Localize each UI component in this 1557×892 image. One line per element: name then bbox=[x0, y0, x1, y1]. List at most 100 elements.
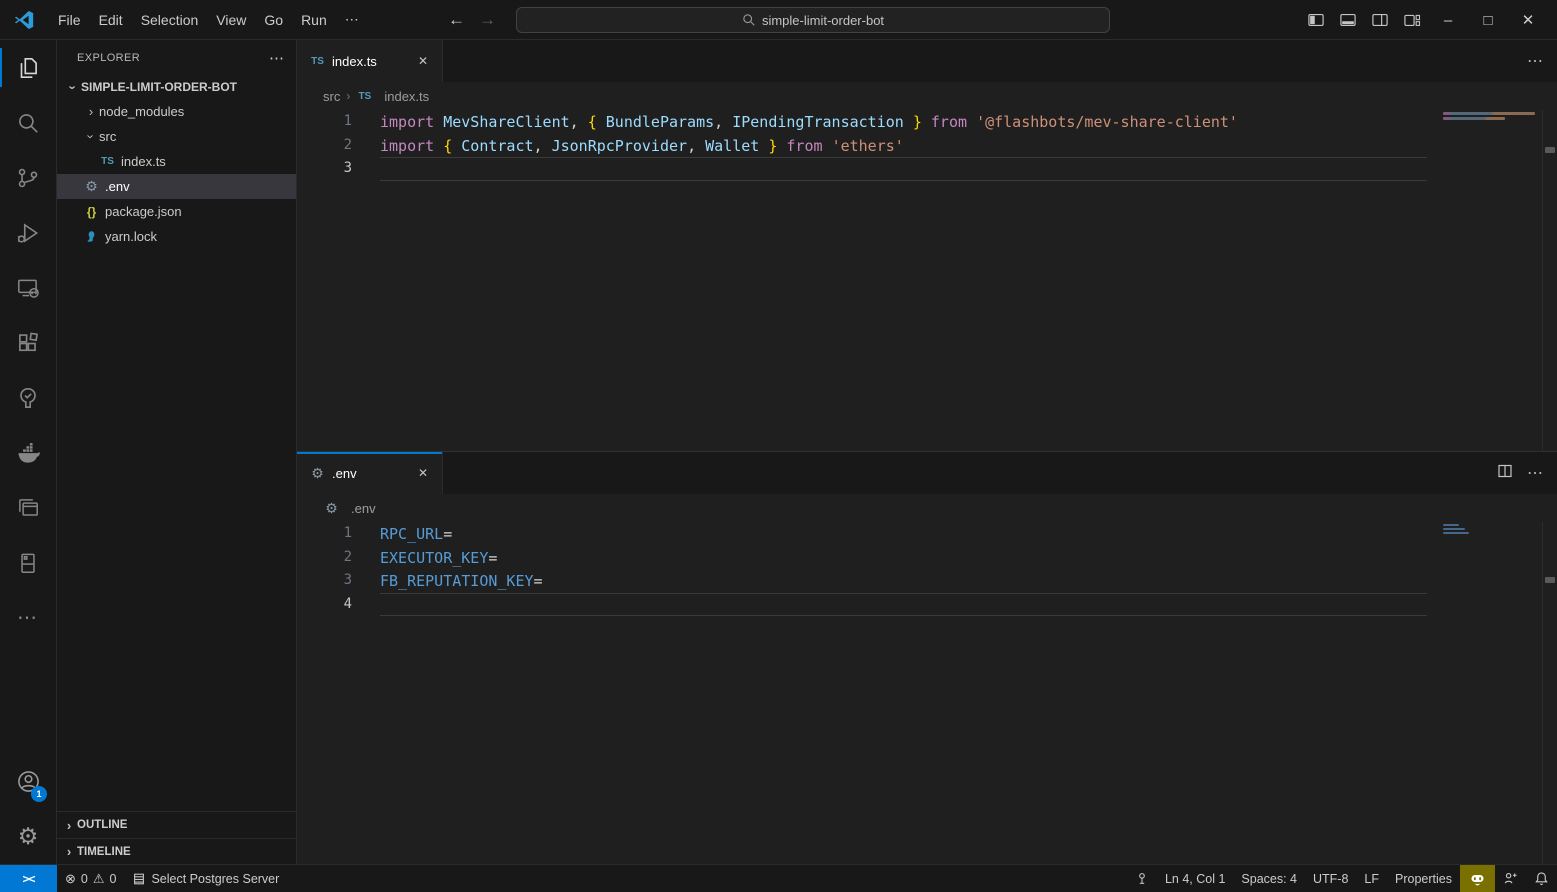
chevron-right-icon: › bbox=[83, 104, 99, 119]
code-editor-index-ts[interactable]: 1import MevShareClient, { BundleParams, … bbox=[297, 110, 1557, 451]
code-text[interactable]: RPC_URL= bbox=[380, 522, 1427, 546]
code-text[interactable]: import { Contract, JsonRpcProvider, Wall… bbox=[380, 134, 1427, 158]
indentation-status[interactable]: Spaces: 4 bbox=[1233, 865, 1305, 892]
line-number: 1 bbox=[297, 522, 352, 546]
code-text[interactable] bbox=[380, 157, 1427, 181]
eol-status[interactable]: LF bbox=[1356, 865, 1387, 892]
source-control-icon[interactable] bbox=[0, 150, 56, 205]
problems-status[interactable]: ⊗ 0 ⚠ 0 bbox=[57, 865, 124, 892]
minimap-line bbox=[1443, 532, 1469, 534]
code-text[interactable]: EXECUTOR_KEY= bbox=[380, 546, 1427, 570]
accounts-icon[interactable]: 1 bbox=[0, 754, 56, 809]
outline-section[interactable]: › OUTLINE bbox=[57, 812, 296, 838]
testing-icon[interactable] bbox=[0, 370, 56, 425]
cursor-position-status[interactable]: Ln 4, Col 1 bbox=[1157, 865, 1233, 892]
minimap[interactable] bbox=[1441, 110, 1541, 451]
feedback-status[interactable] bbox=[1495, 865, 1526, 892]
tab-bar-bottom: ⚙ .env ✕ ⋯ bbox=[297, 452, 1557, 494]
menu-selection[interactable]: Selection bbox=[132, 8, 208, 32]
remote-explorer-icon[interactable] bbox=[0, 260, 56, 315]
nav-back-icon[interactable]: ← bbox=[448, 10, 465, 30]
scrollbar[interactable] bbox=[1542, 110, 1557, 451]
menu-file[interactable]: File bbox=[49, 8, 90, 32]
tree-item-src[interactable]: › src bbox=[57, 124, 296, 149]
toggle-panel-icon[interactable] bbox=[1337, 9, 1359, 31]
maximize-button[interactable]: □ bbox=[1473, 0, 1503, 40]
toggle-sidebar-icon[interactable] bbox=[1305, 9, 1327, 31]
code-text[interactable]: import MevShareClient, { BundleParams, I… bbox=[380, 110, 1427, 134]
code-line[interactable]: 2import { Contract, JsonRpcProvider, Wal… bbox=[297, 134, 1557, 158]
code-line[interactable]: 1import MevShareClient, { BundleParams, … bbox=[297, 110, 1557, 134]
tree-root-folder[interactable]: › SIMPLE-LIMIT-ORDER-BOT bbox=[57, 75, 296, 99]
code-line[interactable]: 1 RPC_URL= bbox=[297, 522, 1557, 546]
run-debug-icon[interactable] bbox=[0, 205, 56, 260]
tree-item-node-modules[interactable]: › node_modules bbox=[57, 99, 296, 124]
tree-item-yarn-lock[interactable]: yarn.lock bbox=[57, 224, 296, 249]
status-bar: >< ⊗ 0 ⚠ 0 Select Postgres Server Ln 4, … bbox=[0, 864, 1557, 892]
explorer-icon[interactable] bbox=[0, 40, 56, 95]
line-number: 3 bbox=[297, 569, 352, 593]
scrollbar-handle[interactable] bbox=[1545, 577, 1555, 583]
explorer-title: EXPLORER bbox=[77, 52, 269, 64]
database-client-icon[interactable] bbox=[0, 535, 56, 590]
menu-run[interactable]: Run bbox=[292, 8, 336, 32]
tab-env[interactable]: ⚙ .env ✕ bbox=[297, 452, 443, 494]
chevron-right-icon: › bbox=[61, 818, 77, 833]
language-mode-status[interactable]: Properties bbox=[1387, 865, 1460, 892]
breadcrumb-env[interactable]: .env bbox=[351, 501, 376, 516]
toggle-secondary-sidebar-icon[interactable] bbox=[1369, 9, 1391, 31]
activity-bar: ⋯ 1 ⚙ bbox=[0, 40, 57, 864]
editor-area: TS index.ts ✕ ⋯ src › TS index.ts 1impor… bbox=[297, 40, 1557, 864]
menu-more-icon[interactable]: ⋯ bbox=[336, 7, 368, 32]
remote-indicator[interactable]: >< bbox=[0, 865, 57, 892]
minimap[interactable] bbox=[1441, 522, 1541, 864]
minimap-line bbox=[1443, 117, 1505, 120]
menu-go[interactable]: Go bbox=[255, 8, 292, 32]
ports-status[interactable] bbox=[1127, 865, 1157, 892]
tree-item-index-ts[interactable]: TS index.ts bbox=[57, 149, 296, 174]
scrollbar[interactable] bbox=[1542, 522, 1557, 864]
code-text[interactable]: FB_REPUTATION_KEY= bbox=[380, 569, 1427, 593]
code-text[interactable] bbox=[380, 593, 1427, 617]
tab-close-icon[interactable]: ✕ bbox=[414, 464, 432, 482]
code-line[interactable]: 3 bbox=[297, 157, 1557, 181]
breadcrumb-index-ts[interactable]: index.ts bbox=[384, 89, 429, 104]
line-number: 4 bbox=[297, 593, 352, 617]
command-center-search[interactable]: simple-limit-order-bot bbox=[516, 7, 1110, 33]
editor-actions-more-icon[interactable]: ⋯ bbox=[1527, 463, 1543, 483]
copilot-status[interactable] bbox=[1460, 865, 1495, 892]
postgres-server-status[interactable]: Select Postgres Server bbox=[124, 865, 287, 892]
split-editor-icon[interactable] bbox=[1497, 463, 1513, 484]
encoding-status[interactable]: UTF-8 bbox=[1305, 865, 1356, 892]
explorer-more-icon[interactable]: ⋯ bbox=[269, 49, 284, 67]
scrollbar-handle[interactable] bbox=[1545, 147, 1555, 153]
line-number: 3 bbox=[297, 157, 352, 181]
code-line[interactable]: 2EXECUTOR_KEY= bbox=[297, 546, 1557, 570]
breadcrumb-src[interactable]: src bbox=[323, 89, 340, 104]
tree-item-package-json[interactable]: {} package.json bbox=[57, 199, 296, 224]
timeline-section[interactable]: › TIMELINE bbox=[57, 838, 296, 864]
search-sidebar-icon[interactable] bbox=[0, 95, 56, 150]
tab-index-ts[interactable]: TS index.ts ✕ bbox=[297, 40, 443, 82]
menu-edit[interactable]: Edit bbox=[90, 8, 132, 32]
editor-group-bottom: ⚙ .env ✕ ⋯ ⚙ .env 1RPC_U bbox=[297, 452, 1557, 864]
typescript-file-icon: TS bbox=[99, 156, 116, 167]
close-button[interactable]: ✕ bbox=[1513, 0, 1543, 40]
menu-view[interactable]: View bbox=[207, 8, 255, 32]
chevron-right-icon: › bbox=[61, 844, 77, 859]
file-tree: › SIMPLE-LIMIT-ORDER-BOT › node_modules … bbox=[57, 75, 296, 811]
activity-more-icon[interactable]: ⋯ bbox=[0, 590, 56, 645]
tree-item-env[interactable]: ⚙ .env bbox=[57, 174, 296, 199]
minimize-button[interactable]: – bbox=[1433, 0, 1463, 40]
docker-icon[interactable] bbox=[0, 425, 56, 480]
settings-gear-icon[interactable]: ⚙ bbox=[0, 809, 56, 864]
live-preview-icon[interactable] bbox=[0, 480, 56, 535]
editor-actions-more-icon[interactable]: ⋯ bbox=[1527, 51, 1543, 71]
extensions-icon[interactable] bbox=[0, 315, 56, 370]
code-editor-env[interactable]: 1 RPC_URL=2EXECUTOR_KEY=3 FB_REPUTATION_KE… bbox=[297, 522, 1557, 864]
code-line[interactable]: 3 FB_REPUTATION_KEY= bbox=[297, 569, 1557, 593]
notifications-status[interactable] bbox=[1526, 865, 1557, 892]
code-line[interactable]: 4 bbox=[297, 593, 1557, 617]
tab-close-icon[interactable]: ✕ bbox=[414, 52, 432, 70]
customize-layout-icon[interactable] bbox=[1401, 9, 1423, 31]
